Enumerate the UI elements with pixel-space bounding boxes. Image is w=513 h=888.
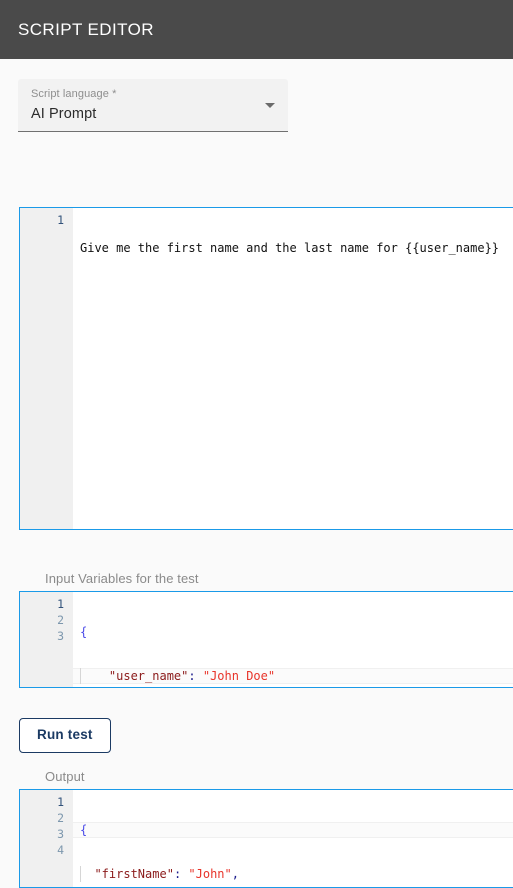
code-token-text: Give me the first name and the last name… [80, 241, 406, 255]
json-string-value: "John Doe" [202, 669, 276, 683]
line-number: 2 [57, 811, 64, 825]
output-label: Output [45, 769, 85, 784]
line-number: 4 [57, 843, 64, 857]
code-line: { [73, 624, 513, 640]
code-token-variable: {{user_name}} [405, 241, 500, 255]
line-number: 3 [57, 629, 64, 643]
main-editor-gutter: 1 [20, 208, 73, 529]
script-language-value: AI Prompt [31, 106, 97, 122]
code-line: "firstName": "John", [73, 866, 513, 882]
script-language-label: Script language * [31, 88, 117, 100]
code-line: "user_name": "John Doe" [73, 668, 513, 684]
json-colon: : [188, 669, 196, 683]
app-header: SCRIPT EDITOR [0, 0, 513, 59]
main-script-editor[interactable]: 1 Give me the first name and the last na… [19, 207, 513, 530]
page-title: SCRIPT EDITOR [18, 19, 154, 39]
json-colon: : [173, 867, 182, 881]
page-body: Script language * AI Prompt 1 Give me th… [0, 59, 513, 888]
line-number: 1 [57, 597, 64, 611]
json-string-value: "John" [188, 867, 232, 881]
json-brace: { [80, 625, 88, 639]
json-key: "user_name" [108, 669, 189, 683]
line-number: 3 [57, 827, 64, 841]
script-language-field-wrap: Script language * AI Prompt [0, 59, 513, 132]
output-gutter: 1 2 3 4 [20, 790, 73, 887]
line-number: 1 [57, 213, 64, 227]
input-variables-editor[interactable]: 1 2 3 { "user_name": "John Doe" } [19, 591, 513, 688]
json-brace: { [80, 823, 88, 837]
code-line: { [73, 822, 513, 838]
code-line: Give me the first name and the last name… [73, 240, 513, 256]
chevron-down-icon[interactable] [265, 103, 275, 108]
input-variables-code-area[interactable]: { "user_name": "John Doe" } [73, 592, 513, 687]
output-code-area[interactable]: { "firstName": "John", "lastName": "Doe"… [73, 790, 513, 887]
output-editor[interactable]: 1 2 3 4 { "firstName": "John", "lastName… [19, 789, 513, 888]
input-variables-gutter: 1 2 3 [20, 592, 73, 687]
line-number: 1 [57, 795, 64, 809]
run-test-button[interactable]: Run test [19, 718, 111, 753]
input-variables-label: Input Variables for the test [45, 571, 199, 586]
json-comma: , [231, 867, 239, 881]
main-editor-code-area[interactable]: Give me the first name and the last name… [73, 208, 513, 529]
line-number: 2 [57, 613, 64, 627]
script-language-select[interactable]: Script language * AI Prompt [18, 79, 288, 132]
json-key: "firstName" [94, 867, 174, 881]
